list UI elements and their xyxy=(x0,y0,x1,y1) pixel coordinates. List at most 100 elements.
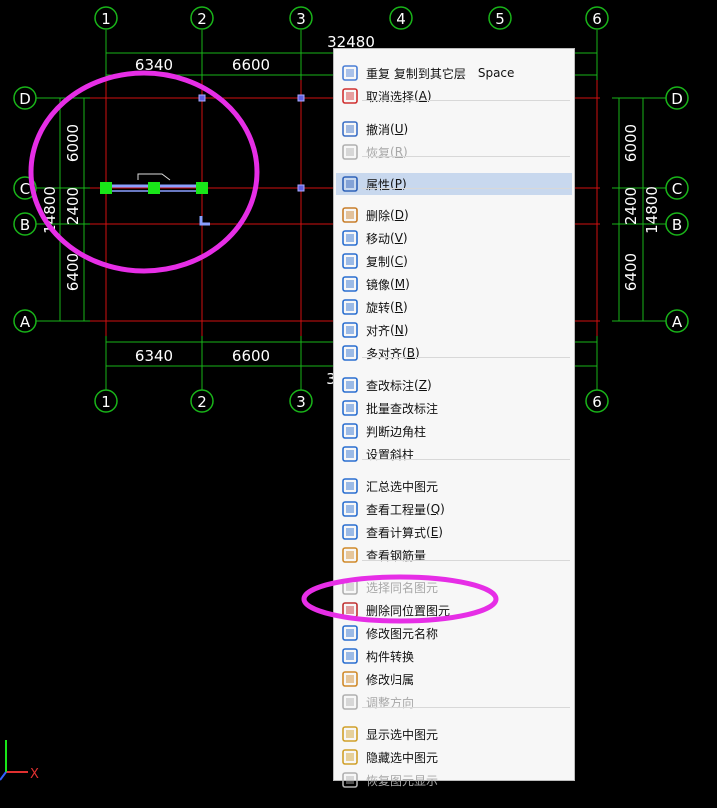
dim-text: 6400 xyxy=(622,253,640,291)
menu-item-label: 判断边角柱 xyxy=(366,424,427,439)
menu-item-quantity[interactable]: 查看工程量(Q) xyxy=(336,498,572,520)
menu-item-select-same: 选择同名图元 xyxy=(336,576,572,598)
rename-icon xyxy=(341,624,359,642)
menu-item-slanted-column[interactable]: 设置斜柱 xyxy=(336,443,572,465)
axis-label: 1 xyxy=(101,10,111,28)
menu-item-hotkey: N xyxy=(394,323,404,337)
rotate-icon xyxy=(341,298,359,316)
menu-item-hotkey: D xyxy=(394,208,404,222)
delete-icon xyxy=(341,206,359,224)
menu-item-sum[interactable]: 汇总选中图元 xyxy=(336,475,572,497)
menu-item-hotkey: Z xyxy=(418,378,427,392)
convert-icon xyxy=(341,647,359,665)
axis-label: D xyxy=(19,90,31,108)
move-icon xyxy=(341,229,359,247)
menu-item-hotkey: R xyxy=(394,300,404,314)
menu-separator xyxy=(362,707,570,708)
menu-item-multi-align[interactable]: 多对齐(B) xyxy=(336,342,572,364)
menu-item-rotate[interactable]: 旋转(R) xyxy=(336,296,572,318)
axis-label: 3 xyxy=(296,10,306,28)
axis-bubbles-left: D C B A xyxy=(13,86,37,333)
axis-label: B xyxy=(672,216,682,234)
menu-item-corner-column[interactable]: 判断边角柱 xyxy=(336,420,572,442)
menu-item-hotkey: C xyxy=(394,254,404,268)
menu-item-hotkey: U xyxy=(394,122,404,136)
menu-item-delete-overlap[interactable]: 删除同位置图元 xyxy=(336,599,572,621)
menu-item-label: 查看计算式 xyxy=(366,525,427,540)
grip-handle xyxy=(196,182,208,194)
multi-align-icon xyxy=(341,344,359,362)
menu-item-label: 删除同位置图元 xyxy=(366,603,451,618)
undo-icon xyxy=(341,120,359,138)
menu-item-copy[interactable]: 复制(C) xyxy=(336,250,572,272)
dim-text: 6600 xyxy=(232,56,270,74)
menu-item-batch-annotation[interactable]: 批量查改标注 xyxy=(336,397,572,419)
dim-text: 6400 xyxy=(64,253,82,291)
axis-label: 3 xyxy=(296,393,306,411)
menu-item-properties[interactable]: 属性(P) xyxy=(336,173,572,195)
menu-item-label: 镜像 xyxy=(366,277,391,292)
menu-item-move[interactable]: 移动(V) xyxy=(336,227,572,249)
formula-icon xyxy=(341,523,359,541)
menu-item-label: 汇总选中图元 xyxy=(366,479,439,494)
menu-item-repeat[interactable]: 重复 复制到其它层 Space xyxy=(336,62,572,84)
menu-item-label: 复制 xyxy=(366,254,391,269)
dim-text: 14800 xyxy=(643,186,661,234)
menu-item-label: 隐藏选中图元 xyxy=(366,750,439,765)
copy-icon xyxy=(341,252,359,270)
menu-item-align[interactable]: 对齐(N) xyxy=(336,319,572,341)
menu-item-convert[interactable]: 构件转换 xyxy=(336,645,572,667)
axis-label: 4 xyxy=(396,10,406,28)
menu-item-label: 批量查改标注 xyxy=(366,401,439,416)
menu-item-ownership[interactable]: 修改归属 xyxy=(336,668,572,690)
ucs-icon: X xyxy=(0,740,39,782)
menu-item-label: 删除 xyxy=(366,208,391,223)
axis-bubbles-top: 1 2 3 4 5 6 xyxy=(94,6,609,30)
menu-item-label: 恢复 xyxy=(366,145,391,160)
axis-label: A xyxy=(672,313,683,331)
ucs-x-label: X xyxy=(30,767,39,782)
quantity-icon xyxy=(341,500,359,518)
menu-item-mirror[interactable]: 镜像(M) xyxy=(336,273,572,295)
redo-icon xyxy=(341,143,359,161)
grip-handle xyxy=(100,182,112,194)
grip-handle xyxy=(148,182,160,194)
dim-text: 2400 xyxy=(622,187,640,225)
menu-item-hide[interactable]: 隐藏选中图元 xyxy=(336,746,572,768)
menu-item-undo[interactable]: 撤消(U) xyxy=(336,118,572,140)
menu-item-direction: 调整方向 xyxy=(336,691,572,713)
menu-item-edit-annotation[interactable]: 查改标注(Z) xyxy=(336,374,572,396)
context-menu: 重复 复制到其它层 Space 取消选择(A) 撤消(U) 恢复(R) 属性(P) 删除(D… xyxy=(333,48,575,788)
menu-item-label: 选择同名图元 xyxy=(366,580,439,595)
menu-item-delete[interactable]: 删除(D) xyxy=(336,204,572,226)
menu-separator xyxy=(362,100,570,101)
select-same-icon xyxy=(341,578,359,596)
menu-item-label: 重复 复制到其它层 xyxy=(366,66,466,81)
menu-item-hotkey: M xyxy=(394,277,406,291)
menu-item-label: 多对齐 xyxy=(366,346,403,361)
menu-item-show[interactable]: 显示选中图元 xyxy=(336,723,572,745)
menu-item-formula[interactable]: 查看计算式(E) xyxy=(336,521,572,543)
repeat-icon xyxy=(341,64,359,82)
menu-item-rename[interactable]: 修改图元名称 xyxy=(336,622,572,644)
menu-separator xyxy=(362,560,570,561)
menu-item-deselect[interactable]: 取消选择(A) xyxy=(336,85,572,107)
corner-column-icon xyxy=(341,422,359,440)
menu-item-rebar[interactable]: 查看钢筋量 xyxy=(336,544,572,566)
menu-separator xyxy=(362,357,570,358)
edit-annotation-icon xyxy=(341,376,359,394)
menu-item-redo: 恢复(R) xyxy=(336,141,572,163)
selected-beam[interactable] xyxy=(100,173,210,226)
slanted-column-icon xyxy=(341,445,359,463)
menu-item-label: 移动 xyxy=(366,231,391,246)
hide-icon xyxy=(341,748,359,766)
axis-bubbles-right: D C B A xyxy=(665,86,689,333)
axis-label: 5 xyxy=(495,10,505,28)
menu-item-label: 旋转 xyxy=(366,300,391,315)
axis-label: C xyxy=(20,180,30,198)
menu-item-label: 查改标注 xyxy=(366,378,415,393)
menu-item-label: 取消选择 xyxy=(366,89,415,104)
menu-item-restore-display: 恢复图元显示 xyxy=(336,769,572,791)
menu-item-hotkey: Q xyxy=(430,502,441,516)
menu-item-shortcut: Space xyxy=(477,66,515,80)
